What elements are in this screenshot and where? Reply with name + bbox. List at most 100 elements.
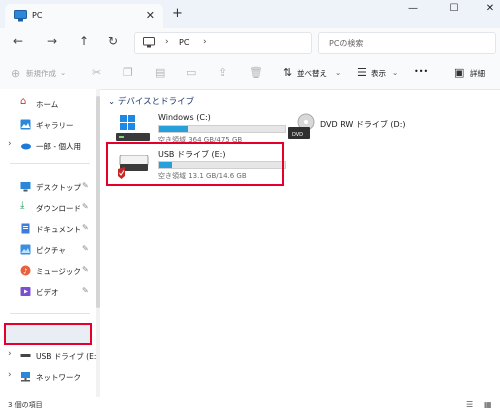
sidebar-item-documents[interactable]: ドキュメント ✎ xyxy=(0,219,96,239)
dvd-badge: DVD xyxy=(292,132,303,138)
pin-icon[interactable]: ✎ xyxy=(82,265,89,274)
sidebar-divider xyxy=(10,163,90,164)
sidebar-item-label: USB ドライブ (E:) xyxy=(36,352,100,361)
tab-close-icon[interactable]: ✕ xyxy=(146,9,155,22)
close-button[interactable]: ✕ xyxy=(482,3,498,14)
dvd-drive-icon: DVD xyxy=(288,113,315,139)
pin-icon[interactable]: ✎ xyxy=(82,286,89,295)
pc-highlight-box xyxy=(4,323,92,345)
group-header-label: デバイスとドライブ xyxy=(117,97,195,107)
chevron-right-icon[interactable]: › xyxy=(8,139,12,149)
up-button[interactable]: ↑ xyxy=(76,34,92,48)
status-bar: 3 個の項目 ☰ ▦ xyxy=(0,397,500,413)
pin-icon[interactable]: ✎ xyxy=(82,244,89,253)
more-options-button[interactable]: ••• xyxy=(414,67,428,76)
view-button[interactable]: 表示 xyxy=(371,68,386,79)
sidebar-item-desktop[interactable]: デスクトップ ✎ xyxy=(0,177,96,197)
sidebar-item-network[interactable]: › ネットワーク xyxy=(0,367,96,387)
view-icon: ☰ xyxy=(357,66,367,79)
usb-highlight-box xyxy=(106,142,284,186)
forward-button[interactable]: → xyxy=(44,34,60,48)
download-icon: ⤓ xyxy=(20,200,25,211)
cloud-icon xyxy=(21,143,31,150)
new-tab-button[interactable]: + xyxy=(172,6,183,21)
sidebar-item-label: ギャラリー xyxy=(36,121,74,130)
svg-text:♪: ♪ xyxy=(23,268,27,276)
drive-name: Windows (C:) xyxy=(158,113,211,122)
sidebar-item-label: 一郎 - 個人用 xyxy=(36,142,81,151)
sidebar-item-label: ドキュメント xyxy=(36,225,81,234)
content-pane[interactable]: ⌄ デバイスとドライブ Windows (C:) 空き領域 364 GB/475… xyxy=(100,89,500,397)
pin-icon[interactable]: ✎ xyxy=(82,181,89,190)
monitor-icon xyxy=(143,37,155,48)
back-button[interactable]: ← xyxy=(10,34,26,48)
pin-icon[interactable]: ✎ xyxy=(82,223,89,232)
sidebar-item-onedrive[interactable]: › 一郎 - 個人用 xyxy=(0,136,96,156)
item-count: 3 個の項目 xyxy=(8,401,43,409)
chevron-right-icon[interactable]: › xyxy=(8,370,12,380)
new-button[interactable]: 新規作成 xyxy=(26,68,56,79)
breadcrumb[interactable]: PC xyxy=(179,38,189,47)
drive-usage-fill xyxy=(159,126,188,132)
sidebar-item-label: ミュージック xyxy=(36,267,81,276)
home-icon: ⌂ xyxy=(20,96,27,107)
search-placeholder: PCの検索 xyxy=(329,39,364,48)
navigation-bar: ← → ↑ ↻ › PC › PCの検索 xyxy=(0,28,500,56)
sort-icon: ⇅ xyxy=(283,66,293,79)
maximize-button[interactable]: ☐ xyxy=(446,3,462,14)
share-icon[interactable]: ⇪ xyxy=(218,66,227,79)
sidebar-item-label: ホーム xyxy=(36,100,59,109)
chevron-down-icon: ⌄ xyxy=(108,97,118,107)
chevron-down-icon: ⌄ xyxy=(60,68,67,77)
search-input[interactable]: PCの検索 xyxy=(318,32,496,54)
sidebar-item-downloads[interactable]: ⤓ ダウンロード ✎ xyxy=(0,198,96,218)
plus-icon: ⊕ xyxy=(11,67,21,80)
tab-pc[interactable]: PC ✕ xyxy=(5,4,163,28)
sidebar-item-usb-drive[interactable]: › USB ドライブ (E:) xyxy=(0,346,100,366)
sidebar-item-label: ダウンロード xyxy=(36,204,81,213)
gallery-icon xyxy=(20,119,31,130)
details-view-icon[interactable]: ☰ xyxy=(466,400,473,409)
address-bar[interactable]: › PC › xyxy=(134,32,312,54)
tiles-view-icon[interactable]: ▦ xyxy=(484,400,492,409)
network-icon xyxy=(21,372,30,382)
pin-icon[interactable]: ✎ xyxy=(82,202,89,211)
chevron-down-icon: ⌄ xyxy=(335,68,342,77)
sort-button[interactable]: 並べ替え xyxy=(297,68,327,79)
sidebar-item-music[interactable]: ♪ ミュージック ✎ xyxy=(0,261,96,281)
command-bar: ⊕ 新規作成 ⌄ ✂ ❐ ▤ ▭ ⇪ 🗑 ⇅ 並べ替え ⌄ ☰ 表示 ⌄ •••… xyxy=(0,56,500,90)
sidebar-item-label: ビデオ xyxy=(36,288,59,297)
chevron-right-icon: › xyxy=(165,37,169,47)
usb-drive-icon xyxy=(20,354,31,357)
tab-title: PC xyxy=(32,11,43,20)
sidebar-item-home[interactable]: ⌂ ホーム xyxy=(0,94,96,114)
rename-icon[interactable]: ▭ xyxy=(186,66,196,79)
windows-drive-icon xyxy=(116,115,150,141)
refresh-button[interactable]: ↻ xyxy=(105,34,121,48)
sidebar-item-label: デスクトップ xyxy=(36,183,81,192)
desktop-icon xyxy=(20,182,31,192)
document-icon xyxy=(21,223,30,234)
paste-icon[interactable]: ▤ xyxy=(155,66,165,79)
music-icon: ♪ xyxy=(20,265,31,276)
sidebar-item-pictures[interactable]: ピクチャ ✎ xyxy=(0,240,96,260)
details-pane-icon: ▣ xyxy=(454,66,465,79)
group-header-devices[interactable]: ⌄ デバイスとドライブ xyxy=(108,95,194,107)
minimize-button[interactable]: — xyxy=(405,3,421,14)
drive-usage-bar xyxy=(158,125,286,133)
chevron-right-icon[interactable]: › xyxy=(203,37,207,47)
copy-icon[interactable]: ❐ xyxy=(123,66,133,79)
chevron-down-icon: ⌄ xyxy=(392,68,399,77)
chevron-right-icon[interactable]: › xyxy=(8,349,12,359)
sidebar-item-gallery[interactable]: ギャラリー xyxy=(0,115,96,135)
video-icon xyxy=(20,287,31,296)
pictures-icon xyxy=(20,244,31,255)
delete-icon[interactable]: 🗑 xyxy=(249,66,263,79)
drive-dvd-d[interactable]: DVD DVD RW ドライブ (D:) xyxy=(286,113,436,147)
pc-icon xyxy=(14,10,27,22)
details-button[interactable]: 詳細 xyxy=(470,68,485,79)
cut-icon[interactable]: ✂ xyxy=(92,66,101,79)
drive-name: DVD RW ドライブ (D:) xyxy=(320,120,406,129)
sidebar-item-videos[interactable]: ビデオ ✎ xyxy=(0,282,96,302)
navigation-pane[interactable]: ⌂ ホーム ギャラリー › 一郎 - 個人用 デスクトップ ✎ ⤓ ダウンロード… xyxy=(0,89,100,397)
